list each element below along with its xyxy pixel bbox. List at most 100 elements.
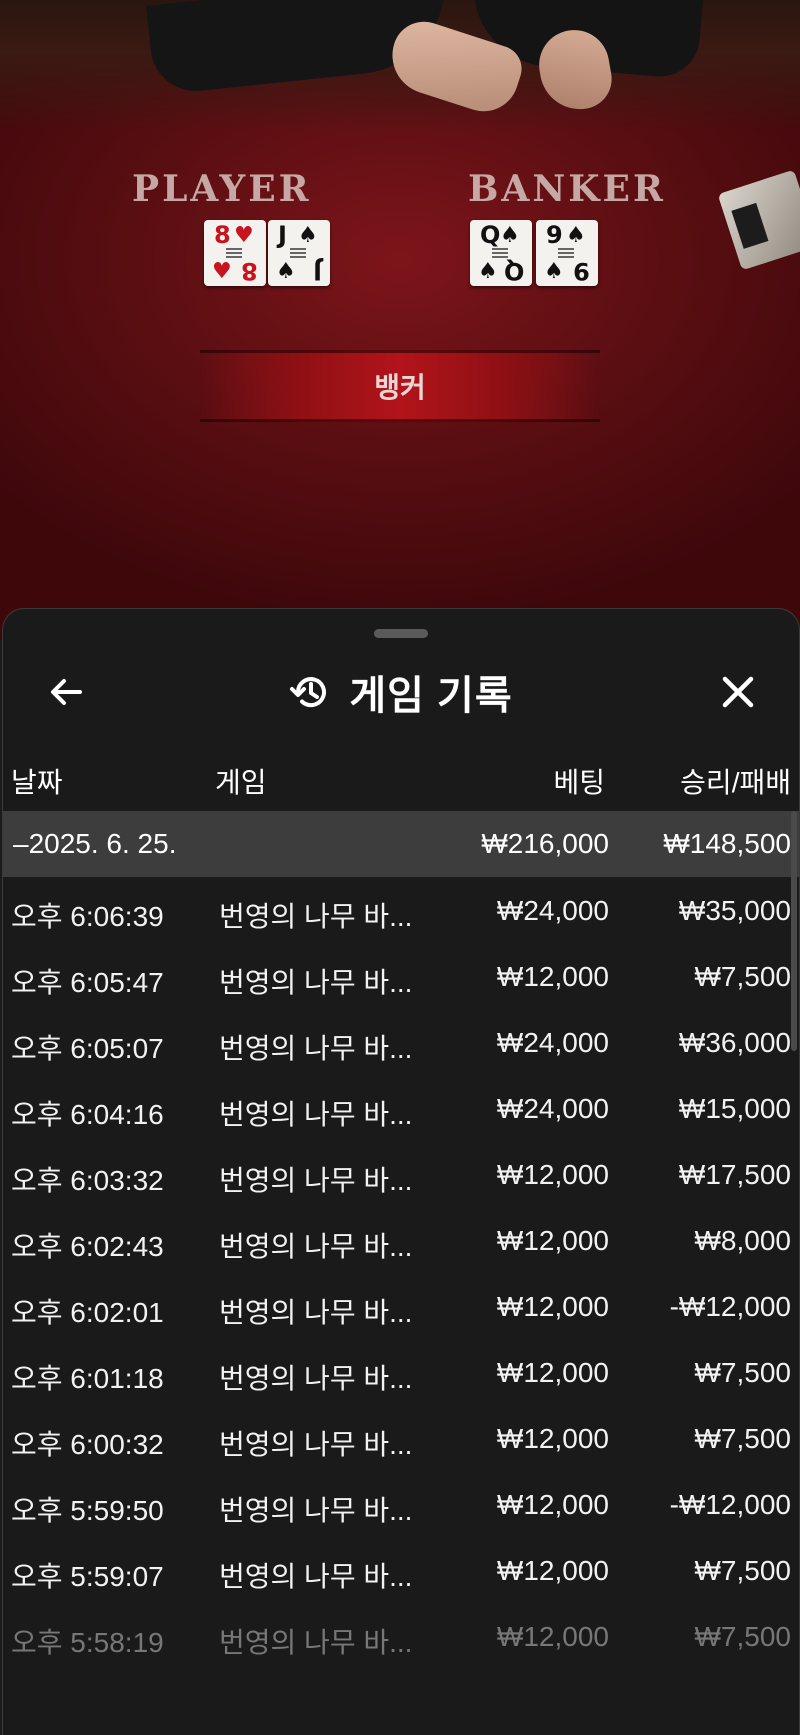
banker-card-1: Q ♠ ♠ Q — [470, 220, 532, 286]
table-row[interactable]: 오후 6:02:01 번영의 나무 바... ₩12,000 -₩12,000 — [3, 1273, 799, 1339]
row-time: 오후 6:02:01 — [11, 1297, 164, 1328]
row-win-loss: -₩12,000 — [669, 1291, 791, 1322]
row-win-loss: ₩7,500 — [694, 1621, 792, 1652]
live-game-view: PLAYER BANKER 8 ♥ ♥ 8 J ♠ ♠ J Q ♠ ♠ Q 9 … — [0, 0, 800, 640]
card-rank: 9 — [573, 257, 590, 285]
row-bet: ₩12,000 — [496, 1357, 609, 1388]
row-time: 오후 5:58:19 — [11, 1627, 164, 1658]
row-game: 번영의 나무 바... — [219, 1495, 413, 1526]
row-game: 번영의 나무 바... — [219, 967, 413, 998]
card-suit-icon: ♠ — [566, 223, 586, 248]
row-game: 번영의 나무 바... — [219, 1033, 413, 1064]
table-row[interactable]: 오후 6:04:16 번영의 나무 바... ₩24,000 ₩15,000 — [3, 1075, 799, 1141]
row-win-loss: ₩17,500 — [678, 1159, 791, 1190]
row-win-loss: ₩7,500 — [694, 1357, 792, 1388]
table-row[interactable]: 오후 5:59:07 번영의 나무 바... ₩12,000 ₩7,500 — [3, 1537, 799, 1603]
card-suit-icon: ♠ — [276, 259, 296, 284]
row-bet: ₩12,000 — [496, 1225, 609, 1256]
row-win-loss: ₩35,000 — [678, 895, 791, 926]
row-time: 오후 5:59:50 — [11, 1495, 164, 1526]
banker-label: BANKER — [468, 168, 666, 210]
column-header-win-loss[interactable]: 승리/패배 — [680, 761, 791, 801]
row-bet: ₩12,000 — [496, 1555, 609, 1586]
row-game: 번영의 나무 바... — [219, 1429, 413, 1460]
row-bet: ₩24,000 — [496, 895, 609, 926]
summary-date: –2025. 6. 25. — [13, 828, 177, 859]
card-rank: 9 — [546, 221, 563, 249]
table-row[interactable]: 오후 6:00:32 번영의 나무 바... ₩12,000 ₩7,500 — [3, 1405, 799, 1471]
summary-bet-total: ₩216,000 — [481, 828, 609, 859]
row-game: 번영의 나무 바... — [219, 1297, 413, 1328]
table-header: 날짜 게임 베팅 승리/패배 — [3, 747, 799, 807]
row-time: 오후 6:03:32 — [11, 1165, 164, 1196]
row-game: 번영의 나무 바... — [219, 1231, 413, 1262]
row-bet: ₩12,000 — [496, 1291, 609, 1322]
card-suit-icon: ♠ — [478, 259, 498, 284]
row-win-loss: ₩7,500 — [694, 961, 792, 992]
sheet-drag-handle[interactable] — [374, 629, 428, 638]
row-win-loss: ₩7,500 — [694, 1555, 792, 1586]
row-game: 번영의 나무 바... — [219, 1165, 413, 1196]
row-bet: ₩12,000 — [496, 1159, 609, 1190]
date-group-summary-row[interactable]: –2025. 6. 25. ₩216,000 ₩148,500 — [3, 811, 799, 877]
close-button[interactable] — [703, 657, 773, 727]
row-bet: ₩24,000 — [496, 1027, 609, 1058]
card-rank: Q — [480, 221, 501, 249]
row-win-loss: ₩15,000 — [678, 1093, 791, 1124]
column-header-game[interactable]: 게임 — [215, 761, 267, 801]
table-row[interactable]: 오후 6:02:43 번영의 나무 바... ₩12,000 ₩8,000 — [3, 1207, 799, 1273]
row-time: 오후 6:05:47 — [11, 967, 164, 998]
card-suit-icon: ♠ — [298, 223, 318, 248]
card-suit-icon: ♥ — [212, 259, 232, 284]
row-time: 오후 5:59:07 — [11, 1561, 164, 1592]
round-result-banner: 뱅커 — [200, 350, 600, 422]
player-label: PLAYER — [132, 168, 312, 210]
history-scrollbar[interactable] — [791, 811, 797, 1051]
round-result-text: 뱅커 — [374, 372, 426, 403]
table-row[interactable]: 오후 6:03:32 번영의 나무 바... ₩12,000 ₩17,500 — [3, 1141, 799, 1207]
history-rows: 오후 6:06:39 번영의 나무 바... ₩24,000 ₩35,000 오… — [3, 877, 799, 1669]
table-row[interactable]: 오후 6:01:18 번영의 나무 바... ₩12,000 ₩7,500 — [3, 1339, 799, 1405]
row-win-loss: -₩12,000 — [669, 1489, 791, 1520]
card-rank: 8 — [241, 257, 258, 285]
history-icon — [290, 677, 327, 708]
row-win-loss: ₩7,500 — [694, 1423, 792, 1454]
row-game: 번영의 나무 바... — [219, 901, 413, 932]
sheet-title-text: 게임 기록 — [349, 674, 513, 718]
row-time: 오후 6:04:16 — [11, 1099, 164, 1130]
row-time: 오후 6:01:18 — [11, 1363, 164, 1394]
row-bet: ₩12,000 — [496, 961, 609, 992]
row-time: 오후 6:02:43 — [11, 1231, 164, 1262]
row-bet: ₩24,000 — [496, 1093, 609, 1124]
summary-win-loss-total: ₩148,500 — [663, 828, 791, 859]
row-win-loss: ₩36,000 — [678, 1027, 791, 1058]
row-win-loss: ₩8,000 — [694, 1225, 792, 1256]
row-time: 오후 6:05:07 — [11, 1033, 164, 1064]
column-header-date[interactable]: 날짜 — [11, 761, 63, 801]
card-rank: J — [278, 221, 287, 249]
card-suit-icon: ♠ — [500, 223, 520, 248]
row-game: 번영의 나무 바... — [219, 1561, 413, 1592]
row-game: 번영의 나무 바... — [219, 1363, 413, 1394]
player-card-2: J ♠ ♠ J — [268, 220, 330, 286]
row-time: 오후 6:06:39 — [11, 901, 164, 932]
row-time: 오후 6:00:32 — [11, 1429, 164, 1460]
sheet-title: 게임 기록 — [3, 659, 799, 725]
row-bet: ₩12,000 — [496, 1621, 609, 1652]
column-header-bet[interactable]: 베팅 — [553, 761, 605, 801]
banker-card-2: 9 ♠ ♠ 9 — [536, 220, 598, 286]
row-game: 번영의 나무 바... — [219, 1099, 413, 1130]
card-rank: 8 — [214, 221, 231, 249]
card-rank: Q — [503, 257, 524, 285]
card-rank: J — [313, 257, 322, 285]
table-row[interactable]: 오후 5:59:50 번영의 나무 바... ₩12,000 -₩12,000 — [3, 1471, 799, 1537]
table-row[interactable]: 오후 6:05:47 번영의 나무 바... ₩12,000 ₩7,500 — [3, 943, 799, 1009]
card-shoe — [717, 169, 800, 271]
row-bet: ₩12,000 — [496, 1423, 609, 1454]
row-bet: ₩12,000 — [496, 1489, 609, 1520]
table-row[interactable]: 오후 6:06:39 번영의 나무 바... ₩24,000 ₩35,000 — [3, 877, 799, 943]
table-row[interactable]: 오후 5:58:19 번영의 나무 바... ₩12,000 ₩7,500 — [3, 1603, 799, 1669]
game-history-sheet: 게임 기록 날짜 게임 베팅 승리/패배 –2025. 6. 25. ₩216,… — [2, 608, 800, 1735]
table-row[interactable]: 오후 6:05:07 번영의 나무 바... ₩24,000 ₩36,000 — [3, 1009, 799, 1075]
dealer-area — [0, 0, 800, 130]
